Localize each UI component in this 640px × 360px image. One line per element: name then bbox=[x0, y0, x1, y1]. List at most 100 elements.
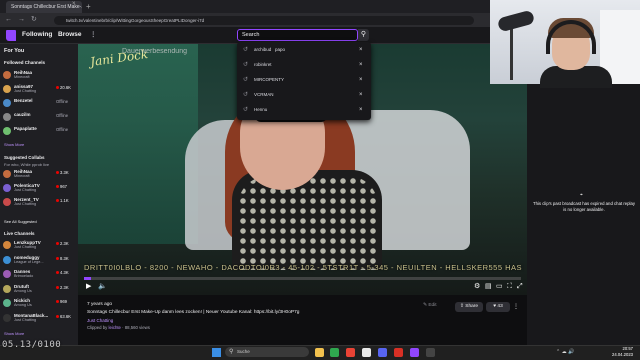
app-icon-dark[interactable] bbox=[426, 348, 435, 357]
sidebar-channel[interactable]: ReihNaa Minecraft bbox=[0, 70, 78, 81]
sidebar-channel[interactable]: Papaplatte Offline bbox=[0, 126, 78, 137]
show-more-followed[interactable]: Show More bbox=[4, 142, 24, 147]
show-more-live[interactable]: Show More bbox=[4, 331, 24, 336]
channel-avatar bbox=[3, 71, 11, 79]
share-button[interactable]: ⇪ Share bbox=[455, 302, 483, 312]
search-history-item[interactable]: ↺ archibud papo × bbox=[237, 43, 371, 57]
sidebar-channel[interactable]: Benzetel Offline bbox=[0, 98, 78, 109]
remove-history-icon[interactable]: × bbox=[359, 58, 363, 72]
clip-icon[interactable]: ▤ bbox=[485, 283, 492, 291]
channel-avatar bbox=[3, 270, 11, 278]
taskbar-clock[interactable]: 20:57 24.04.2023 bbox=[597, 346, 633, 358]
viewer-count: 63.6K bbox=[60, 313, 71, 319]
history-term: MIRCOPENTY bbox=[254, 77, 285, 82]
video-dress-pattern bbox=[238, 176, 378, 270]
viewer-count: 1.1K bbox=[60, 198, 69, 203]
sidebar-channel[interactable]: Nickich Among Us 969 bbox=[0, 298, 78, 309]
settings-icon[interactable]: ⚙ bbox=[474, 283, 480, 291]
theatre-mode-icon[interactable]: ▭ bbox=[496, 283, 503, 291]
sidebar-channel[interactable]: Dannes Brimoelado 4.3K bbox=[0, 269, 78, 280]
sidebar-channel[interactable]: ReihNaa Minecraft 3.3K bbox=[0, 169, 78, 180]
volume-icon[interactable]: 🔈 bbox=[98, 283, 107, 291]
more-menu-icon[interactable]: ⋮ bbox=[90, 30, 97, 40]
see-all-suggested[interactable]: See All Suggested bbox=[4, 219, 37, 224]
back-icon[interactable]: ← bbox=[5, 15, 12, 24]
twitch-taskbar-icon[interactable] bbox=[410, 348, 419, 357]
search-icon[interactable]: ⚲ bbox=[358, 29, 369, 41]
channel-viewers: 20.6K bbox=[56, 85, 71, 91]
twitch-logo-icon[interactable] bbox=[6, 30, 16, 41]
history-term: archibud bbox=[254, 47, 272, 52]
live-indicator-icon bbox=[56, 300, 59, 304]
channel-category: Minecraft bbox=[14, 174, 30, 178]
discord-icon[interactable] bbox=[378, 348, 387, 357]
edit-button[interactable]: ✎ Edit bbox=[423, 303, 437, 308]
app-icon-white[interactable] bbox=[362, 348, 371, 357]
play-icon[interactable]: ▶ bbox=[86, 283, 91, 291]
remove-history-icon[interactable]: × bbox=[359, 88, 363, 102]
sidebar-channel[interactable]: cauzilm Offline bbox=[0, 112, 78, 123]
channel-avatar bbox=[3, 313, 11, 322]
new-tab-icon[interactable]: + bbox=[86, 1, 91, 13]
taskbar-search[interactable]: Suche bbox=[225, 347, 309, 357]
suggested-subtitle: For who, While pprob live bbox=[4, 162, 50, 167]
channel-name: cauzilm bbox=[14, 112, 31, 117]
sidebar-channel[interactable]: nomeduggy League of Lege... 8.3K bbox=[0, 255, 78, 266]
sidebar-channel[interactable]: MontanaBlack... Just Chatting 63.6K bbox=[0, 313, 78, 324]
following-link[interactable]: Following bbox=[22, 30, 52, 40]
live-indicator-icon bbox=[56, 271, 59, 275]
like-button[interactable]: ♥ 43 bbox=[486, 302, 510, 312]
windows-start-icon[interactable] bbox=[212, 348, 221, 357]
channel-category: Minecraft bbox=[14, 75, 30, 79]
channel-name: Benzetel bbox=[14, 98, 33, 103]
search-history-item[interactable]: ↺ MIRCOPENTY × bbox=[237, 73, 371, 87]
sidebar-channel[interactable]: LenzkuppTV Just Chatting 2.3K bbox=[0, 240, 78, 251]
search-history-item[interactable]: ↺ Hennu × bbox=[237, 103, 371, 117]
browse-link[interactable]: Browse bbox=[58, 30, 81, 40]
system-tray-icons[interactable]: ⌃ ☁ 🔊 bbox=[556, 349, 574, 355]
more-options-icon[interactable]: ⋮ bbox=[513, 302, 519, 312]
search-input[interactable]: Search bbox=[237, 29, 358, 41]
search-history-item[interactable]: ↺ VCRMAN × bbox=[237, 88, 371, 102]
clipped-by-text: Clipped by leichte · 88,560 views bbox=[87, 325, 150, 330]
file-explorer-icon[interactable] bbox=[315, 348, 324, 357]
sidebar-channel[interactable]: Nerzent_TV Just Chatting 1.1K bbox=[0, 197, 78, 208]
video-progress-fill bbox=[84, 277, 91, 280]
address-bar[interactable]: twitch.tv/valentinebrb/clip/WittingGorge… bbox=[54, 16, 474, 25]
remove-history-icon[interactable]: × bbox=[359, 73, 363, 87]
live-indicator-icon bbox=[56, 242, 59, 246]
taskbar-search-icon: ⚲ bbox=[229, 349, 234, 355]
browser-tab[interactable]: Sonntags Chillecbur Erst Make-... bbox=[6, 1, 82, 13]
video-background bbox=[78, 44, 198, 244]
video-progress-bar[interactable] bbox=[84, 277, 521, 280]
tab-close-icon[interactable]: × bbox=[72, 1, 76, 7]
like-count: 43 bbox=[497, 304, 503, 309]
forward-icon[interactable]: → bbox=[18, 15, 25, 24]
history-icon: ↺ bbox=[243, 77, 249, 83]
clip-category-link[interactable]: Just Chatting bbox=[87, 318, 113, 323]
popout-icon[interactable]: ⤢ bbox=[517, 283, 523, 291]
remove-history-icon[interactable]: × bbox=[359, 43, 363, 57]
channel-avatar bbox=[3, 299, 11, 307]
viewer-count: 969 bbox=[60, 299, 67, 304]
sidebar-channel[interactable]: PolenticaTV Just Chatting 967 bbox=[0, 183, 78, 194]
for-you-heading: For You bbox=[4, 48, 25, 54]
viewer-count: 3.3K bbox=[60, 170, 69, 175]
sidebar-channel[interactable]: anissa97 Just Chatting 20.6K bbox=[0, 84, 78, 95]
chrome-icon[interactable] bbox=[346, 348, 355, 357]
mouse-cursor-icon: ⌖ bbox=[580, 192, 583, 198]
fullscreen-icon[interactable]: ⛶ bbox=[507, 283, 512, 291]
clock-date: 24.04.2023 bbox=[612, 352, 633, 357]
clipper-link[interactable]: leichte bbox=[109, 325, 121, 330]
reload-icon[interactable]: ↻ bbox=[31, 15, 37, 24]
channel-category: Just Chatting bbox=[14, 188, 37, 192]
remove-history-icon[interactable]: × bbox=[359, 103, 363, 117]
history-term: VCRMAN bbox=[254, 92, 274, 97]
sidebar-channel[interactable]: Drutuft Among Us 2.3K bbox=[0, 284, 78, 295]
edit-label: Edit bbox=[428, 303, 437, 308]
app-icon-red[interactable] bbox=[394, 348, 403, 357]
channel-viewers: 3.3K bbox=[56, 170, 69, 176]
app-icon-green[interactable] bbox=[330, 348, 339, 357]
channel-viewers: 969 bbox=[56, 299, 67, 305]
search-history-item[interactable]: ↺ robinkret × bbox=[237, 58, 371, 72]
